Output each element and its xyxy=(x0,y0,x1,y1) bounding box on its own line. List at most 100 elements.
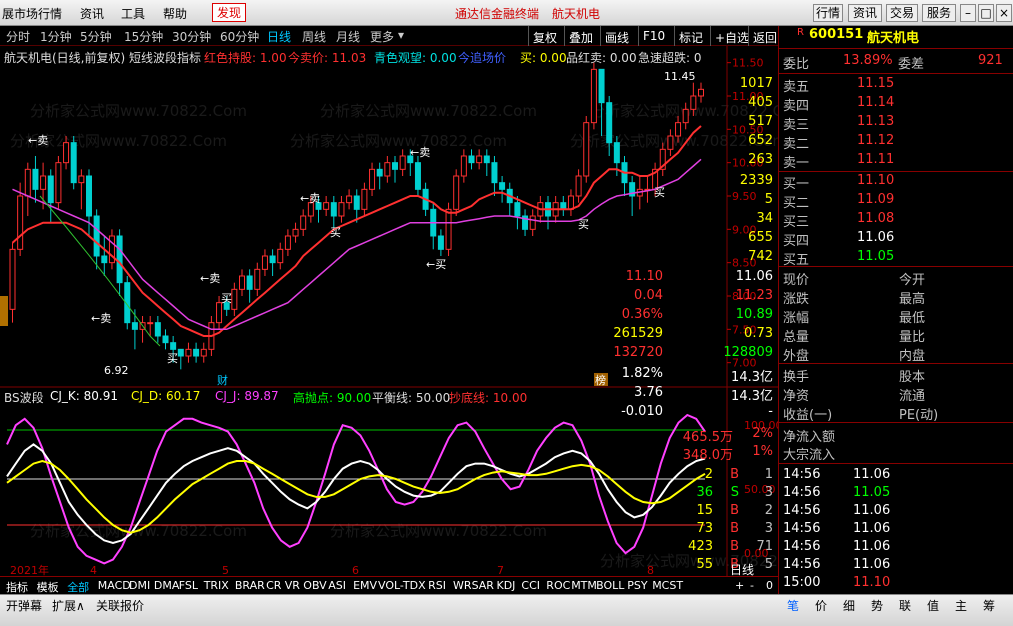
indicator-tab[interactable]: VOL-TDX xyxy=(378,579,426,592)
balance-value: 平衡线: 50.00 xyxy=(372,391,451,405)
label: 委比 xyxy=(783,57,810,72)
book-volume: 5 xyxy=(764,192,773,207)
period-tab[interactable]: 1分钟 xyxy=(40,28,72,45)
candle-body xyxy=(170,342,177,350)
indicator-tab[interactable]: WR xyxy=(453,579,472,592)
indicator-tab[interactable]: BRAR xyxy=(235,579,265,592)
sidebar-tab[interactable]: 筹 xyxy=(983,597,995,614)
candle-body xyxy=(491,162,498,184)
period-more[interactable]: 更多 xyxy=(370,28,394,45)
reset-icon[interactable]: 0 xyxy=(766,579,773,592)
indicator-tab[interactable]: SAR xyxy=(472,579,494,592)
chevron-down-icon[interactable]: ▾ xyxy=(398,28,404,42)
indicator-tab[interactable]: FSL xyxy=(179,579,198,592)
indicator-tab[interactable]: ASI xyxy=(328,579,346,592)
sidebar-tab[interactable]: 势 xyxy=(871,597,883,614)
sidebar-tab[interactable]: 细 xyxy=(843,597,855,614)
indicator-tab[interactable]: DMA xyxy=(154,579,180,592)
menu-market[interactable]: 展市场行情 xyxy=(2,5,62,22)
indicator-tab[interactable]: 指标 xyxy=(6,579,28,595)
overlay-button[interactable]: 叠加 xyxy=(564,26,597,46)
book-price: 11.11 xyxy=(857,152,895,167)
period-tab[interactable]: 周线 xyxy=(302,28,326,45)
trade-button[interactable]: 交易 xyxy=(886,4,918,22)
value: 13.89% xyxy=(843,53,893,68)
close-icon[interactable]: × xyxy=(996,4,1012,22)
service-button[interactable]: 服务 xyxy=(922,4,956,22)
minimize-icon[interactable]: – xyxy=(960,4,976,22)
draw-button[interactable]: 画线 xyxy=(600,26,633,46)
indicator-tab[interactable]: 模板 xyxy=(37,579,59,595)
tick-side: B xyxy=(730,503,739,518)
book-price: 11.10 xyxy=(857,173,895,188)
menu-discover[interactable]: 发现 xyxy=(212,3,247,22)
quote-value: 0.04 xyxy=(634,288,663,303)
candle-body xyxy=(24,168,31,197)
indicator-tab[interactable]: VR xyxy=(285,579,300,592)
candle-body xyxy=(231,288,238,310)
indicator-tab[interactable]: 全部 xyxy=(67,579,89,595)
indicator-tab[interactable]: MTM xyxy=(571,579,597,592)
indicator-name[interactable]: BS波段 xyxy=(4,389,44,406)
period-tab[interactable]: 月线 xyxy=(336,28,360,45)
danmaku-button[interactable]: 开弹幕 xyxy=(6,597,42,614)
back-button[interactable]: 返回 xyxy=(748,26,781,46)
period-tab[interactable]: 30分钟 xyxy=(172,28,211,45)
period-tab-active[interactable]: 日线 xyxy=(267,28,291,45)
expand-handle[interactable] xyxy=(0,296,8,326)
related-quote-button[interactable]: 关联报价 xyxy=(96,597,144,614)
tick-volume: 2 xyxy=(704,467,713,482)
period-tab[interactable]: 5分钟 xyxy=(80,28,112,45)
indicator-tab[interactable]: KDJ xyxy=(497,579,516,592)
menu-help[interactable]: 帮助 xyxy=(163,5,187,22)
candle-body xyxy=(369,168,376,190)
buy-signal: 买 xyxy=(167,352,178,365)
indicator-tab[interactable]: MCST xyxy=(652,579,683,592)
indicator-tab[interactable]: ROC xyxy=(546,579,570,592)
finance-marker[interactable]: 财 xyxy=(217,373,228,387)
add-watchlist-button[interactable]: +自选 xyxy=(710,26,753,46)
period-tab[interactable]: 分时 xyxy=(6,28,30,45)
menu-tools[interactable]: 工具 xyxy=(121,5,145,22)
indicator-tab[interactable]: OBV xyxy=(303,579,326,592)
indicator-tab[interactable]: CCI xyxy=(521,579,540,592)
label: 委差 xyxy=(898,57,925,72)
tick-time: 14:56 xyxy=(783,485,821,500)
indicator-tab[interactable]: RSI xyxy=(428,579,446,592)
zoom-in-icon[interactable]: + xyxy=(735,579,744,592)
info-button[interactable]: 资讯 xyxy=(848,4,882,22)
menu-news[interactable]: 资讯 xyxy=(80,5,104,22)
sidebar-tab[interactable]: 笔 xyxy=(787,597,799,614)
indicator-tab[interactable]: CR xyxy=(266,579,281,592)
sidebar-tab[interactable]: 联 xyxy=(899,597,911,614)
sidebar-tab[interactable]: 主 xyxy=(955,597,967,614)
bottom-status-bar: 开弹幕 扩展∧ 关联报价 笔价细势联值主筹 xyxy=(0,594,1013,626)
flow-pct: 1% xyxy=(752,444,773,459)
indicator-tab[interactable]: EMV xyxy=(353,579,377,592)
quote-button[interactable]: 行情 xyxy=(813,4,843,22)
book-volume: 263 xyxy=(748,152,773,167)
indicator-tab[interactable]: MACD xyxy=(98,579,131,592)
indicator-tab[interactable]: DMI xyxy=(129,579,150,592)
quote-label: 量比 xyxy=(899,330,926,345)
zoom-out-icon[interactable]: - xyxy=(750,579,754,592)
flow-label: 大宗流入 xyxy=(783,448,836,463)
period-tab[interactable]: 15分钟 xyxy=(124,28,163,45)
restore-icon[interactable]: □ xyxy=(978,4,994,22)
f10-button[interactable]: F10 xyxy=(638,26,669,46)
indicator-tab[interactable]: TRIX xyxy=(204,579,229,592)
sidebar-tab[interactable]: 值 xyxy=(927,597,939,614)
mark-button[interactable]: 标记 xyxy=(674,26,707,46)
stock-name: 航天机电 xyxy=(867,31,920,46)
period-tab[interactable]: 60分钟 xyxy=(220,28,259,45)
candle-body xyxy=(675,122,682,137)
quote-label: 股本 xyxy=(899,370,926,385)
ma-red-line xyxy=(11,125,702,337)
candle-body xyxy=(239,275,245,290)
adjust-button[interactable]: 复权 xyxy=(528,26,561,46)
indicator-tab[interactable]: PSY xyxy=(627,579,647,592)
expand-button[interactable]: 扩展∧ xyxy=(52,597,85,614)
sidebar-tab[interactable]: 价 xyxy=(815,597,827,614)
book-label: 卖二 xyxy=(783,137,810,152)
indicator-tab[interactable]: BOLL xyxy=(596,579,624,592)
